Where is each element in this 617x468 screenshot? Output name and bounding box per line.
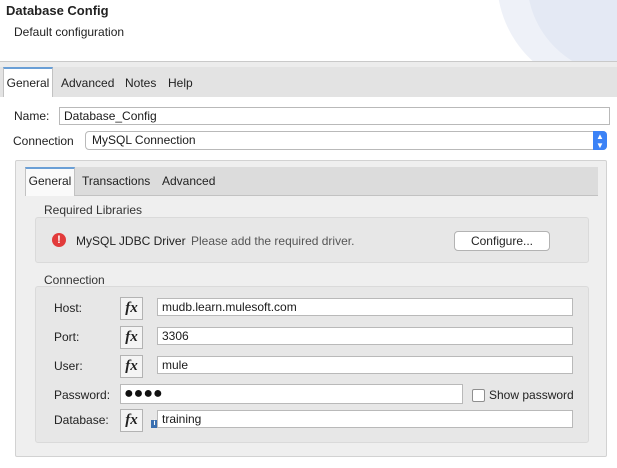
inner-tab-advanced[interactable]: Advanced (162, 167, 215, 195)
database-label: Database: (54, 413, 109, 427)
name-label: Name: (14, 109, 50, 123)
port-label: Port: (54, 330, 80, 344)
tab-notes[interactable]: Notes (125, 67, 156, 97)
inner-tab-general[interactable]: General (25, 167, 75, 196)
show-password-label: Show password (489, 388, 574, 402)
configure-button[interactable]: Configure... (454, 231, 550, 251)
fx-expression-button[interactable]: fx (120, 297, 143, 320)
required-libraries-group: ! MySQL JDBC Driver Please add the requi… (35, 217, 589, 263)
required-libraries-title: Required Libraries (44, 203, 143, 217)
password-input[interactable]: ●●●● (120, 384, 463, 404)
host-input[interactable] (157, 298, 573, 316)
error-icon: ! (52, 233, 66, 247)
main-tab-bar: General Advanced Notes Help (0, 67, 617, 98)
driver-name: MySQL JDBC Driver (76, 234, 186, 248)
password-label: Password: (54, 388, 111, 402)
editor-header: Database Config Default configuration (0, 0, 617, 62)
inner-tab-bar: General Transactions Advanced (25, 167, 598, 196)
fx-expression-button[interactable]: fx (120, 326, 143, 349)
database-input[interactable] (157, 410, 573, 428)
name-input[interactable] (59, 107, 610, 125)
host-label: Host: (54, 301, 83, 315)
connection-select[interactable]: MySQL Connection ▲ ▼ (85, 131, 607, 150)
connection-section-title: Connection (44, 273, 105, 287)
inner-tab-transactions[interactable]: Transactions (82, 167, 150, 195)
show-password-checkbox[interactable] (472, 389, 485, 402)
fx-expression-button[interactable]: fx (120, 409, 143, 432)
user-label: User: (54, 359, 83, 373)
header-decoration (498, 0, 617, 61)
tab-advanced[interactable]: Advanced (61, 67, 114, 97)
connection-select-value: MySQL Connection (92, 133, 196, 147)
page-title: Database Config (6, 3, 109, 18)
connection-label: Connection (13, 134, 74, 148)
password-dots: ●●●● (124, 385, 163, 402)
port-input[interactable] (157, 327, 573, 345)
tab-general[interactable]: General (3, 67, 53, 98)
fx-expression-button[interactable]: fx (120, 355, 143, 378)
dropdown-arrows-icon: ▲ ▼ (593, 131, 607, 150)
connection-group: Host: fx Port: fx User: fx Password: ●●●… (35, 286, 589, 443)
tab-help[interactable]: Help (168, 67, 193, 97)
page-subtitle: Default configuration (14, 25, 125, 39)
driver-message: Please add the required driver. (191, 234, 355, 248)
user-input[interactable] (157, 356, 573, 374)
connection-panel: General Transactions Advanced Required L… (15, 160, 607, 457)
